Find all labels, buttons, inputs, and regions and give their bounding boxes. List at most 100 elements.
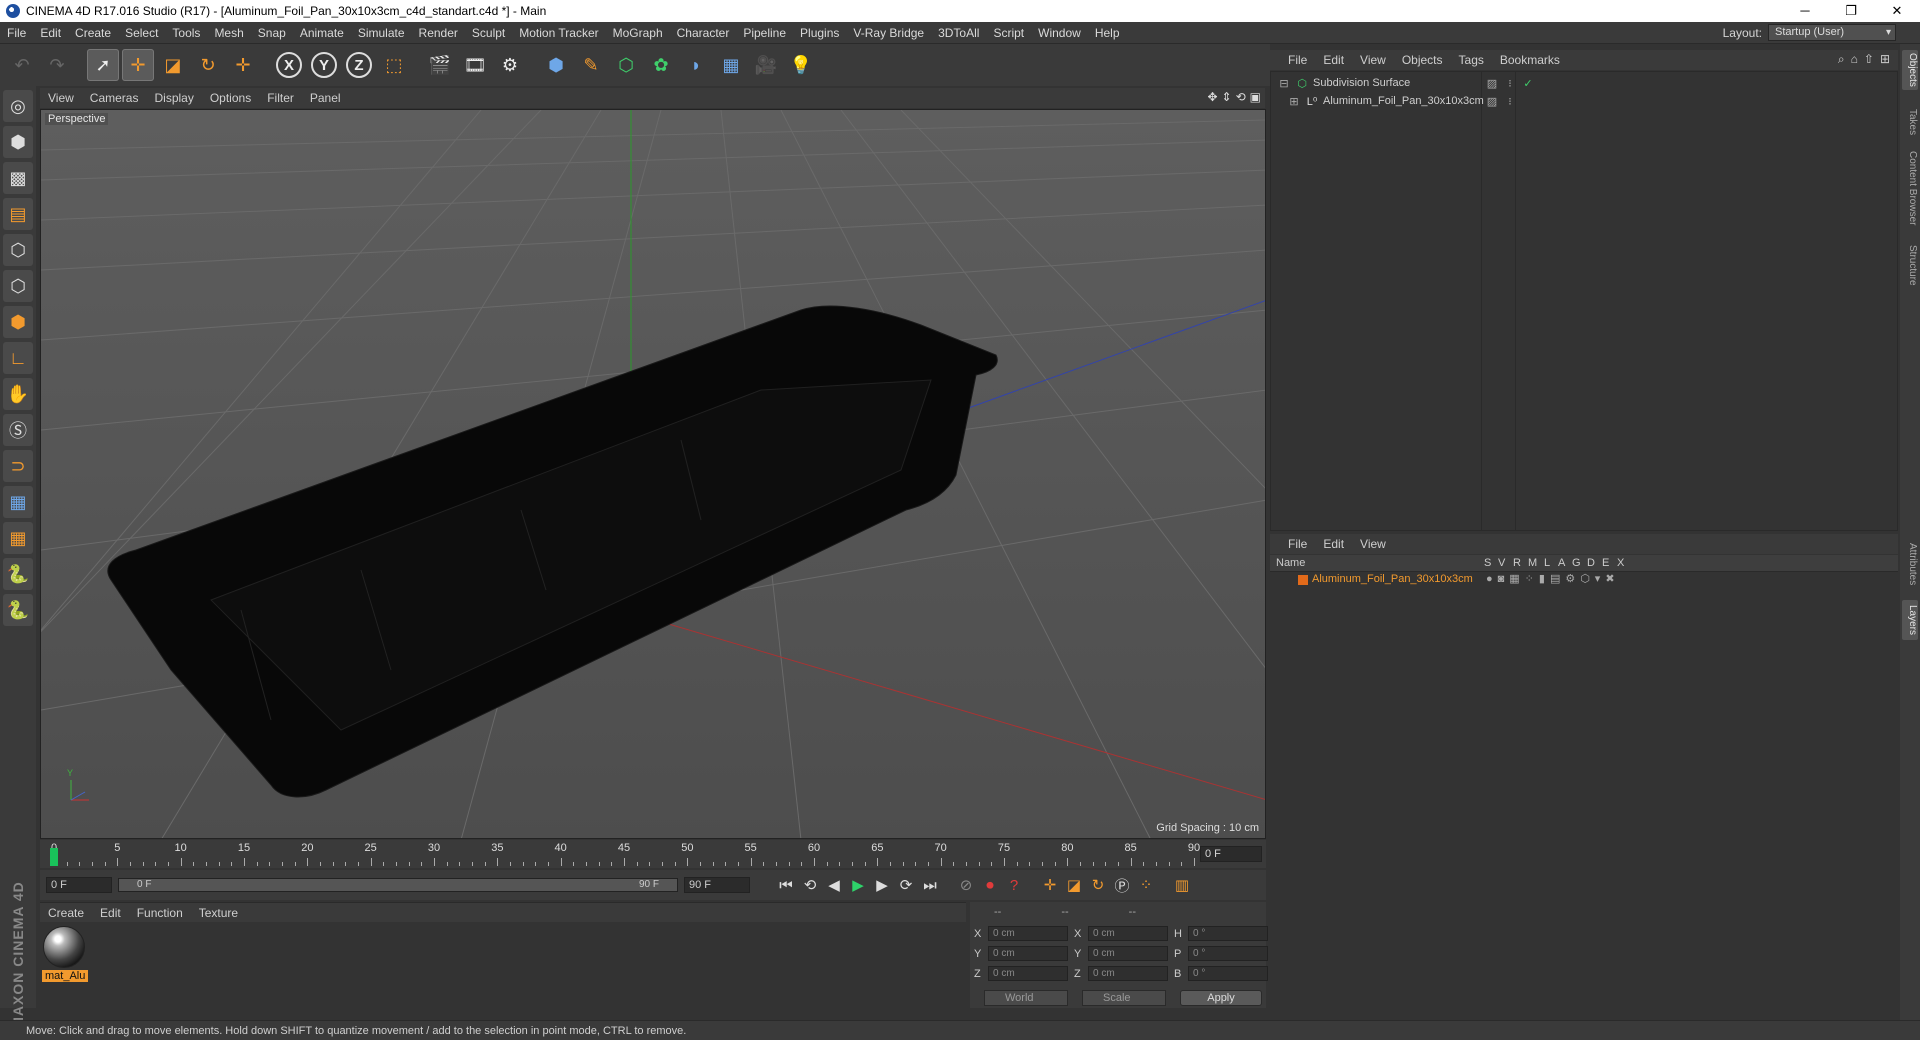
current-frame-field[interactable]: 0 F	[1200, 846, 1262, 862]
key-param-icon[interactable]: Ⓟ	[1110, 873, 1134, 897]
key-position-icon[interactable]: ✛	[1038, 873, 1062, 897]
next-frame-icon[interactable]: ▶	[870, 873, 894, 897]
undo-icon[interactable]: ↶	[6, 49, 38, 81]
viewport-menu-display[interactable]: Display	[146, 91, 201, 105]
key-rotation-icon[interactable]: ↻	[1086, 873, 1110, 897]
visibility-dots-icon[interactable]: ⁝	[1503, 95, 1517, 108]
cube-object-icon[interactable]: ⬢	[540, 49, 572, 81]
layer-row[interactable]: Aluminum_Foil_Pan_30x10x3cm ●◙▦⁘▮▤⚙⬡▾✖	[1270, 572, 1898, 588]
render-view-icon[interactable]: 🎬	[424, 49, 456, 81]
preview-range-slider[interactable]: 0 F 90 F	[118, 878, 678, 892]
layer-menu-file[interactable]: File	[1280, 537, 1315, 551]
object-menu-view[interactable]: View	[1352, 53, 1394, 67]
z-axis-lock-icon[interactable]: Z	[343, 49, 375, 81]
minimize-button[interactable]: ─	[1782, 0, 1828, 22]
viewport-toggle-icon[interactable]: ▣	[1250, 90, 1261, 104]
snap-icon[interactable]: Ⓢ	[3, 414, 33, 446]
magnet-icon[interactable]: ⊃	[3, 450, 33, 482]
prev-frame-icon[interactable]: ◀	[822, 873, 846, 897]
timeline-ruler[interactable]: 051015202530354045505560657075808590 0 F	[40, 840, 1266, 868]
rotation-h-field[interactable]: 0 °	[1188, 926, 1268, 941]
deformer-icon[interactable]: ◗	[680, 49, 712, 81]
visibility-dots-icon[interactable]: ⁝	[1503, 77, 1517, 90]
menu-help[interactable]: Help	[1088, 26, 1127, 40]
menu-create[interactable]: Create	[68, 26, 118, 40]
planar-workplane-icon[interactable]: ▦	[3, 522, 33, 554]
x-axis-lock-icon[interactable]: X	[273, 49, 305, 81]
menu-tools[interactable]: Tools	[165, 26, 207, 40]
autokey-icon[interactable]: ⏺	[978, 873, 1002, 897]
menu-3dtoall[interactable]: 3DToAll	[931, 26, 986, 40]
size-z-field[interactable]: 0 cm	[1088, 966, 1168, 981]
floor-icon[interactable]: ▦	[715, 49, 747, 81]
keyframe-selection-icon[interactable]: ?	[1002, 873, 1026, 897]
coordinate-system-icon[interactable]: ⬚	[378, 49, 410, 81]
menu-render[interactable]: Render	[412, 26, 465, 40]
viewport-rotate-icon[interactable]: ⟲	[1236, 90, 1246, 104]
layer-color-swatch[interactable]	[1298, 575, 1308, 585]
coordinate-mode-dropdown[interactable]: World	[984, 990, 1068, 1006]
3d-viewport[interactable]: Y Perspective Grid Spacing : 10 cm	[40, 109, 1266, 839]
redo-icon[interactable]: ↷	[41, 49, 73, 81]
position-x-field[interactable]: 0 cm	[988, 926, 1068, 941]
viewport-menu-view[interactable]: View	[40, 91, 82, 105]
up-icon[interactable]: ⇧	[1864, 52, 1874, 67]
menu-motion-tracker[interactable]: Motion Tracker	[512, 26, 605, 40]
viewport-camera-label[interactable]: Perspective	[45, 113, 109, 125]
layer-menu-edit[interactable]: Edit	[1315, 537, 1352, 551]
python-script-2-icon[interactable]: 🐍	[3, 594, 33, 626]
tweak-mode-icon[interactable]: ✋	[3, 378, 33, 410]
enabled-check-icon[interactable]: ✓	[1521, 77, 1535, 90]
rotation-p-field[interactable]: 0 °	[1188, 946, 1268, 961]
texture-mode-icon[interactable]: ▩	[3, 162, 33, 194]
lock-workplane-icon[interactable]: ▦	[3, 486, 33, 518]
home-icon[interactable]: ⌂	[1851, 52, 1858, 67]
start-frame-field[interactable]: 0 F	[46, 877, 112, 893]
tab-content-browser[interactable]: Content Browser	[1902, 148, 1918, 228]
menu-window[interactable]: Window	[1031, 26, 1088, 40]
tab-takes[interactable]: Takes	[1902, 104, 1918, 140]
object-menu-objects[interactable]: Objects	[1394, 53, 1451, 67]
tab-layers[interactable]: Layers	[1902, 600, 1918, 640]
tab-objects[interactable]: Objects	[1902, 50, 1918, 90]
size-x-field[interactable]: 0 cm	[1088, 926, 1168, 941]
menu-file[interactable]: File	[0, 26, 33, 40]
tab-structure[interactable]: Structure	[1902, 240, 1918, 290]
object-name[interactable]: Subdivision Surface	[1313, 77, 1410, 89]
material-menu-create[interactable]: Create	[40, 906, 92, 920]
edges-mode-icon[interactable]: ⬡	[3, 270, 33, 302]
tab-attributes[interactable]: Attributes	[1902, 536, 1918, 592]
camera-icon[interactable]: 🎥	[750, 49, 782, 81]
next-key-icon[interactable]: ⟳	[894, 873, 918, 897]
position-y-field[interactable]: 0 cm	[988, 946, 1068, 961]
menu-script[interactable]: Script	[986, 26, 1031, 40]
key-pla-icon[interactable]: ⁘	[1134, 873, 1158, 897]
layer-name[interactable]: Aluminum_Foil_Pan_30x10x3cm	[1312, 573, 1473, 585]
rotate-tool-icon[interactable]: ↻	[192, 49, 224, 81]
prev-key-icon[interactable]: ⟲	[798, 873, 822, 897]
points-mode-icon[interactable]: ⬡	[3, 234, 33, 266]
viewport-pan-icon[interactable]: ✥	[1207, 90, 1217, 104]
light-icon[interactable]: 💡	[785, 49, 817, 81]
viewport-zoom-icon[interactable]: ⇕	[1222, 90, 1232, 104]
python-script-icon[interactable]: 🐍	[3, 558, 33, 590]
layer-flag-icons[interactable]: ●◙▦⁘▮▤⚙⬡▾✖	[1486, 572, 1620, 585]
render-picture-viewer-icon[interactable]: 🎞	[459, 49, 491, 81]
material-menu-texture[interactable]: Texture	[191, 906, 246, 920]
material-preview-ball[interactable]	[43, 926, 85, 968]
render-settings-icon[interactable]: ⚙	[494, 49, 526, 81]
scale-tool-icon[interactable]: ◪	[157, 49, 189, 81]
position-z-field[interactable]: 0 cm	[988, 966, 1068, 981]
menu-vray-bridge[interactable]: V-Ray Bridge	[846, 26, 931, 40]
select-tool-icon[interactable]: ➚	[87, 49, 119, 81]
pen-spline-icon[interactable]: ✎	[575, 49, 607, 81]
size-mode-dropdown[interactable]: Scale	[1082, 990, 1166, 1006]
polygons-mode-icon[interactable]: ⬢	[3, 306, 33, 338]
collapse-icon[interactable]: ⊟	[1277, 77, 1291, 90]
key-scale-icon[interactable]: ◪	[1062, 873, 1086, 897]
menu-mograph[interactable]: MoGraph	[606, 26, 670, 40]
menu-snap[interactable]: Snap	[251, 26, 293, 40]
material-menu-edit[interactable]: Edit	[92, 906, 129, 920]
play-icon[interactable]: ▶	[846, 873, 870, 897]
object-menu-file[interactable]: File	[1280, 53, 1315, 67]
